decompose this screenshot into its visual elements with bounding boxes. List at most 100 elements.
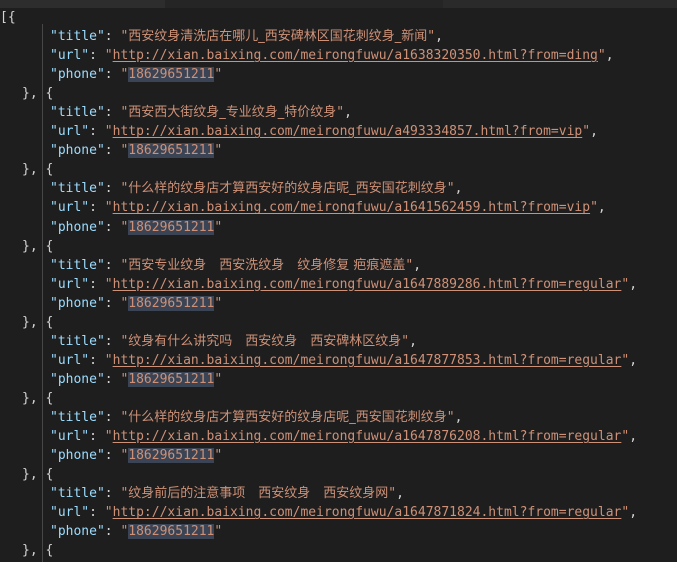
quote-close: " bbox=[621, 352, 630, 368]
value-title[interactable]: 西安纹身清洗店在哪儿_西安碑林区国花刺纹身_新闻 bbox=[128, 29, 427, 44]
value-phone-highlighted[interactable]: 18629651211 bbox=[128, 448, 215, 464]
json-line-phone[interactable]: "phone": "18629651211" bbox=[0, 218, 677, 237]
quote-open: " bbox=[104, 505, 113, 521]
key-title: "title" bbox=[50, 105, 105, 121]
json-line-record-separator[interactable]: }, { bbox=[0, 541, 677, 560]
value-url-link[interactable]: http://xian.baixing.com/meirongfuwu/a163… bbox=[113, 48, 598, 63]
key-title: "title" bbox=[50, 29, 105, 45]
value-title[interactable]: 西安专业纹身 西安洗纹身 纹身修复 疤痕遮盖 bbox=[128, 258, 405, 273]
json-line-phone[interactable]: "phone": "18629651211" bbox=[0, 65, 677, 84]
quote-close: " bbox=[427, 29, 436, 45]
value-phone-highlighted[interactable]: 18629651211 bbox=[128, 524, 215, 540]
json-line-title[interactable]: "title": "西安专业纹身 西安洗纹身 纹身修复 疤痕遮盖", bbox=[0, 256, 677, 275]
json-line-record-separator[interactable]: }, { bbox=[0, 313, 677, 332]
comma-token: , bbox=[454, 181, 463, 197]
value-url-link[interactable]: http://xian.baixing.com/meirongfuwu/a164… bbox=[113, 505, 622, 520]
json-line-record-separator[interactable]: }, { bbox=[0, 160, 677, 179]
colon-token: : bbox=[104, 486, 121, 502]
comma-token: , bbox=[396, 486, 404, 502]
key-url: "url" bbox=[50, 429, 90, 445]
quote-open: " bbox=[104, 124, 113, 140]
quote-close: " bbox=[214, 524, 223, 540]
json-line-url[interactable]: "url": "http://xian.baixing.com/meirongf… bbox=[0, 275, 677, 294]
value-phone-highlighted[interactable]: 18629651211 bbox=[128, 295, 215, 311]
quote-close: " bbox=[597, 48, 606, 64]
value-phone-highlighted[interactable]: 18629651211 bbox=[128, 143, 215, 159]
value-url-link[interactable]: http://xian.baixing.com/meirongfuwu/a164… bbox=[113, 200, 590, 215]
value-phone-highlighted[interactable]: 18629651211 bbox=[128, 371, 215, 387]
colon-token: : bbox=[104, 333, 121, 349]
colon-token: : bbox=[89, 124, 105, 140]
json-line-title[interactable]: "title": "什么样的纹身店才算西安好的纹身店呢_西安国花刺纹身", bbox=[0, 179, 677, 198]
json-line-open-bracket[interactable]: [{ bbox=[0, 8, 677, 27]
json-line-phone[interactable]: "phone": "18629651211" bbox=[0, 522, 677, 541]
quote-close: " bbox=[214, 295, 223, 311]
comma-token: , bbox=[435, 29, 443, 45]
colon-token: : bbox=[104, 524, 121, 540]
comma-token: , bbox=[629, 505, 638, 521]
json-line-phone[interactable]: "phone": "18629651211" bbox=[0, 370, 677, 389]
value-title[interactable]: 纹身有什么讲究吗 西安纹身 西安碑林区纹身 bbox=[128, 334, 401, 349]
value-title[interactable]: 什么样的纹身店才算西安好的纹身店呢_西安国花刺纹身 bbox=[128, 410, 447, 425]
key-title: "title" bbox=[50, 333, 105, 349]
colon-token: : bbox=[89, 429, 105, 445]
value-url-link[interactable]: http://xian.baixing.com/meirongfuwu/a164… bbox=[113, 277, 622, 292]
json-line-title[interactable]: "title": "什么样的纹身店才算西安好的纹身店呢_西安国花刺纹身", bbox=[0, 408, 677, 427]
editor-tab-1[interactable] bbox=[0, 0, 165, 8]
json-line-title[interactable]: "title": "纹身有什么讲究吗 西安纹身 西安碑林区纹身", bbox=[0, 332, 677, 351]
value-title[interactable]: 西安西大街纹身_专业纹身_特价纹身 bbox=[128, 105, 336, 120]
json-line-url[interactable]: "url": "http://xian.baixing.com/meirongf… bbox=[0, 122, 677, 141]
value-url-link[interactable]: http://xian.baixing.com/meirongfuwu/a164… bbox=[113, 429, 622, 444]
json-line-title[interactable]: "title": "纹身前后的注意事项 西安纹身 西安纹身网", bbox=[0, 484, 677, 503]
editor-tab-2[interactable] bbox=[165, 0, 443, 8]
json-line-title[interactable]: "title": "西安纹身清洗店在哪儿_西安碑林区国花刺纹身_新闻", bbox=[0, 27, 677, 46]
json-line-url[interactable]: "url": "http://xian.baixing.com/meirongf… bbox=[0, 198, 677, 217]
json-line-url[interactable]: "url": "http://xian.baixing.com/meirongf… bbox=[0, 427, 677, 446]
json-line-url[interactable]: "url": "http://xian.baixing.com/meirongf… bbox=[0, 46, 677, 65]
colon-token: : bbox=[104, 295, 121, 311]
editor-tab-3[interactable] bbox=[443, 0, 677, 8]
key-phone: "phone" bbox=[50, 524, 105, 540]
value-phone-highlighted[interactable]: 18629651211 bbox=[128, 219, 215, 235]
comma-token: , bbox=[629, 429, 638, 445]
key-url: "url" bbox=[50, 124, 90, 140]
key-phone: "phone" bbox=[50, 143, 105, 159]
json-line-record-separator[interactable]: }, { bbox=[0, 237, 677, 256]
colon-token: : bbox=[89, 48, 105, 64]
key-title: "title" bbox=[50, 486, 105, 502]
key-url: "url" bbox=[50, 48, 90, 64]
json-line-phone[interactable]: "phone": "18629651211" bbox=[0, 294, 677, 313]
json-line-url[interactable]: "url": "http://xian.baixing.com/meirongf… bbox=[0, 351, 677, 370]
colon-token: : bbox=[104, 181, 121, 197]
json-source-code[interactable]: [{"title": "西安纹身清洗店在哪儿_西安碑林区国花刺纹身_新闻", "u… bbox=[0, 8, 677, 560]
value-title[interactable]: 什么样的纹身店才算西安好的纹身店呢_西安国花刺纹身 bbox=[128, 181, 447, 196]
record-separator-token: }, { bbox=[22, 86, 54, 102]
record-separator-token: }, { bbox=[22, 390, 54, 406]
quote-open: " bbox=[104, 48, 113, 64]
json-line-phone[interactable]: "phone": "18629651211" bbox=[0, 446, 677, 465]
comma-token: , bbox=[597, 200, 606, 216]
record-separator-token: }, { bbox=[22, 467, 54, 483]
json-line-record-separator[interactable]: }, { bbox=[0, 389, 677, 408]
json-line-record-separator[interactable]: }, { bbox=[0, 84, 677, 103]
key-url: "url" bbox=[50, 505, 90, 521]
comma-token: , bbox=[605, 48, 614, 64]
value-url-link[interactable]: http://xian.baixing.com/meirongfuwu/a164… bbox=[113, 353, 622, 368]
comma-token: , bbox=[590, 124, 598, 140]
code-editor-pane[interactable]: [{"title": "西安纹身清洗店在哪儿_西安碑林区国花刺纹身_新闻", "u… bbox=[0, 8, 677, 562]
quote-open: " bbox=[104, 352, 113, 368]
quote-close: " bbox=[214, 143, 223, 159]
editor-tab-bar[interactable] bbox=[0, 0, 677, 8]
comma-token: , bbox=[409, 333, 417, 349]
value-title[interactable]: 纹身前后的注意事项 西安纹身 西安纹身网 bbox=[128, 486, 388, 501]
json-line-title[interactable]: "title": "西安西大街纹身_专业纹身_特价纹身", bbox=[0, 103, 677, 122]
value-url-link[interactable]: http://xian.baixing.com/meirongfuwu/a493… bbox=[113, 124, 583, 139]
json-line-phone[interactable]: "phone": "18629651211" bbox=[0, 141, 677, 160]
quote-close: " bbox=[214, 67, 223, 83]
comma-token: , bbox=[454, 409, 463, 425]
comma-token: , bbox=[344, 105, 352, 121]
json-line-url[interactable]: "url": "http://xian.baixing.com/meirongf… bbox=[0, 503, 677, 522]
json-line-record-separator[interactable]: }, { bbox=[0, 465, 677, 484]
key-title: "title" bbox=[50, 181, 105, 197]
value-phone-highlighted[interactable]: 18629651211 bbox=[128, 67, 215, 83]
